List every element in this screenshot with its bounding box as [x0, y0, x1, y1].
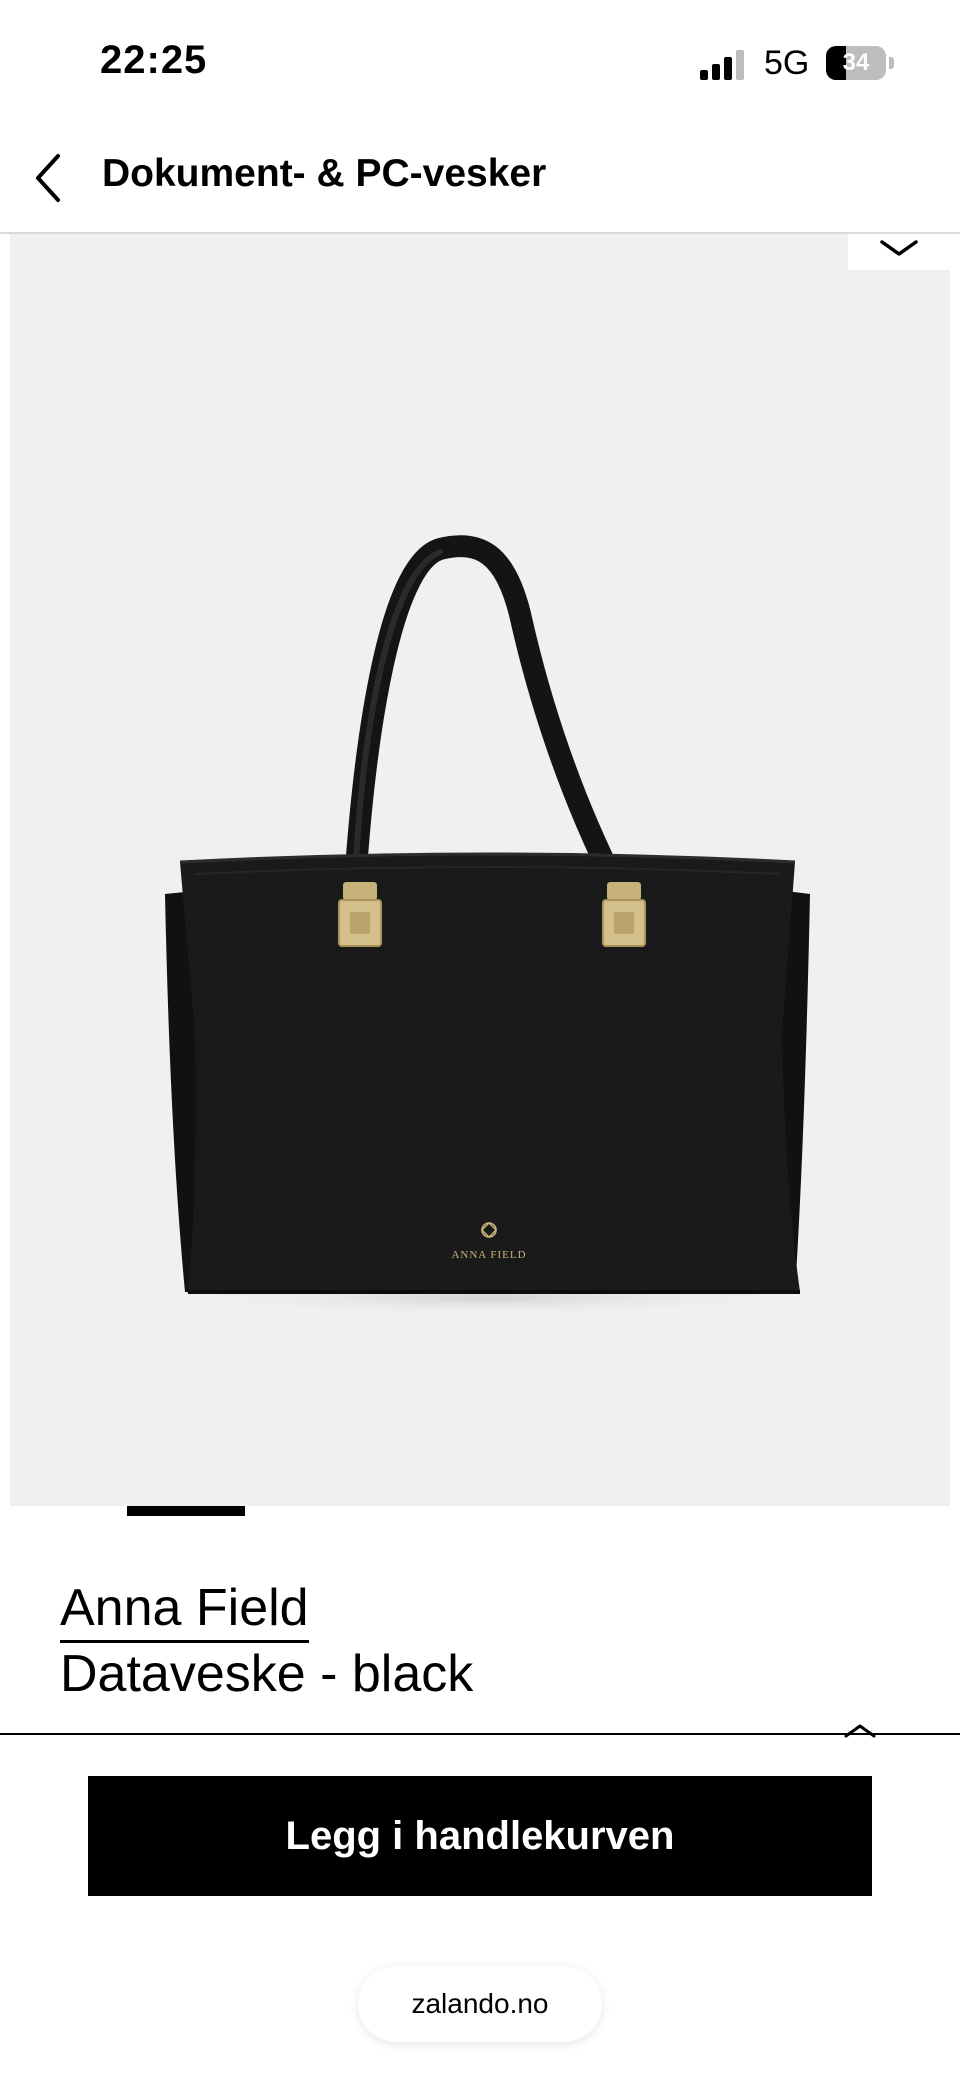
- chevron-down-icon: [880, 240, 918, 256]
- handbag-image: ANNA FIELD: [165, 535, 810, 1316]
- signal-icon: [700, 50, 744, 80]
- back-button[interactable]: [28, 150, 78, 206]
- brand-link[interactable]: Anna Field: [60, 1578, 309, 1643]
- carousel-indicator: [127, 1506, 245, 1516]
- status-time: 22:25: [100, 38, 208, 82]
- chevron-up-icon: [844, 1724, 876, 1738]
- chevron-left-icon: [36, 154, 60, 202]
- product-name: Dataveske - black: [60, 1645, 474, 1703]
- product-image[interactable]: ANNA FIELD: [10, 234, 950, 1506]
- browser-url[interactable]: zalando.no: [358, 1966, 602, 2042]
- add-to-cart-button[interactable]: Legg i handlekurven: [88, 1776, 872, 1896]
- collapse-tab[interactable]: [848, 234, 950, 270]
- sheet-expand-button[interactable]: [840, 1720, 880, 1740]
- network-type: 5G: [764, 44, 810, 82]
- page-title: Dokument- & PC-vesker: [102, 152, 547, 195]
- brand-logo-text: ANNA FIELD: [451, 1249, 526, 1261]
- battery-icon: 34: [826, 46, 896, 80]
- nav-bar: Dokument- & PC-vesker: [0, 120, 960, 234]
- battery-percent: 34: [842, 49, 870, 76]
- status-bar: 22:25 5G 34: [0, 0, 960, 120]
